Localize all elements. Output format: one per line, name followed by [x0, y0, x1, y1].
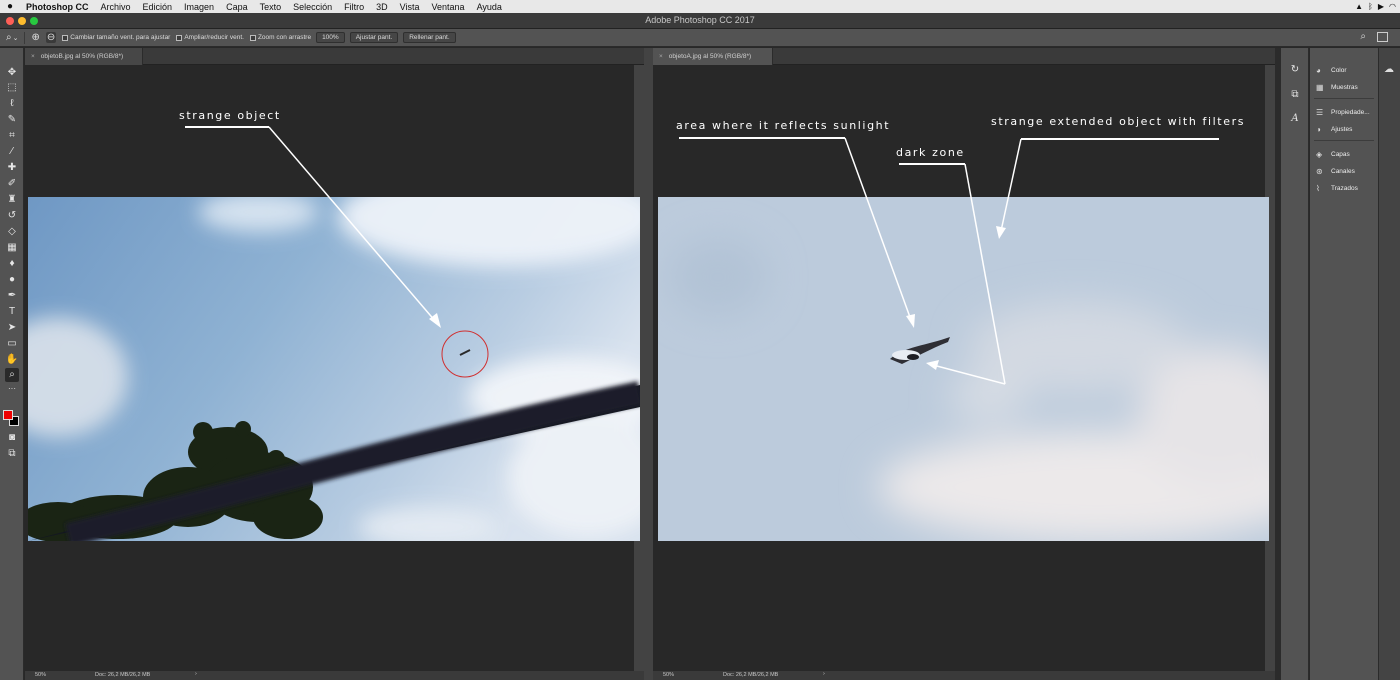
apple-icon[interactable]: ● — [0, 1, 20, 12]
panel-separator — [1314, 140, 1374, 141]
status-bar: 50% Doc: 26,2 MB/26,2 MB › — [25, 671, 644, 680]
menu-ventana[interactable]: Ventana — [426, 2, 471, 12]
properties-icon: ☰ — [1316, 107, 1324, 117]
airplay-icon[interactable]: ▲ — [1355, 2, 1363, 11]
status-bar: 50% Doc: 26,2 MB/26,2 MB › — [653, 671, 1275, 680]
panel-properties[interactable]: ☰ Propiedade... — [1316, 106, 1370, 118]
menu-seleccion[interactable]: Selección — [287, 2, 338, 12]
zoom-tool-preset-icon[interactable]: ⌕ — [6, 32, 12, 43]
glyphs-icon[interactable]: A — [1288, 113, 1302, 127]
menu-ayuda[interactable]: Ayuda — [471, 2, 508, 12]
panel-paths[interactable]: ⌇ Trazados — [1316, 182, 1358, 194]
photoshop-window: ● Photoshop CC Archivo Edición Imagen Ca… — [0, 0, 1400, 680]
paths-icon: ⌇ — [1316, 183, 1320, 193]
menu-capa[interactable]: Capa — [220, 2, 254, 12]
layers-icon: ◈ — [1316, 149, 1323, 159]
panel-separator — [1314, 98, 1374, 99]
zoom-level[interactable]: 50% — [35, 672, 46, 678]
lasso-tool-icon[interactable]: ℓ — [5, 97, 19, 111]
eraser-tool-icon[interactable]: ◇ — [5, 225, 19, 239]
pane-divider[interactable] — [644, 48, 653, 680]
zoom-in-icon[interactable]: ⊕ — [31, 32, 39, 43]
document-pane-left: × objetoB.jpg al 50% (RGB/8*) strange ob… — [25, 48, 644, 680]
panel-swatches[interactable]: ▦ Muestras — [1316, 81, 1358, 93]
menu-edicion[interactable]: Edición — [137, 2, 179, 12]
zoom-100-button[interactable]: 100% — [316, 32, 345, 43]
status-menu-arrow[interactable]: › — [823, 671, 825, 677]
libraries-strip: ☁ — [1378, 48, 1400, 680]
panel-channels[interactable]: ⊛ Canales — [1316, 165, 1355, 177]
play-icon[interactable]: ▶ — [1378, 2, 1384, 11]
healing-tool-icon[interactable]: ✚ — [5, 161, 19, 175]
menu-app[interactable]: Photoshop CC — [20, 2, 95, 12]
artboard-icon[interactable]: ⧉ — [1288, 89, 1302, 103]
type-tool-icon[interactable]: T — [5, 305, 19, 319]
hand-tool-icon[interactable]: ✋ — [5, 353, 19, 367]
brush-tool-icon[interactable]: ✐ — [5, 177, 19, 191]
resize-windows-checkbox[interactable] — [62, 34, 69, 41]
marquee-tool-icon[interactable]: ⬚ — [5, 81, 19, 95]
annotation-arrows-right — [679, 137, 1219, 385]
menu-3d[interactable]: 3D — [370, 2, 394, 12]
panel-color[interactable]: ◕ Color — [1316, 64, 1347, 76]
zoom-level[interactable]: 50% — [663, 672, 674, 678]
pen-tool-icon[interactable]: ✒ — [5, 289, 19, 303]
workspace-icon[interactable] — [1377, 32, 1388, 42]
window-title: Adobe Photoshop CC 2017 — [645, 15, 755, 25]
search-icon[interactable]: ⌕ — [1360, 31, 1366, 42]
stamp-tool-icon[interactable]: ♜ — [5, 193, 19, 207]
collapsed-panels-strip: ↻ ⧉ A — [1281, 48, 1309, 680]
quick-select-tool-icon[interactable]: ✎ — [5, 113, 19, 127]
gradient-tool-icon[interactable]: ▦ — [5, 241, 19, 255]
panel-dock: ◕ Color ▦ Muestras ☰ Propiedade... ◑ Ajustes… — [1310, 48, 1378, 680]
options-bar: ⌕ ⌄ ⊕ ⊖ Cambiar tamaño vent. para ajusta… — [0, 29, 1400, 47]
zoom-all-label: Ampliar/reducir vent. — [184, 34, 244, 41]
menu-vista[interactable]: Vista — [394, 2, 426, 12]
document-pane-right: × objetoA.jpg al 50% (RGB/8*) area where … — [653, 48, 1275, 680]
blur-tool-icon[interactable]: ♦ — [5, 257, 19, 271]
move-tool-icon[interactable]: ✥ — [5, 66, 19, 80]
crop-tool-icon[interactable]: ⌗ — [5, 129, 19, 143]
doc-size: Doc: 26,2 MB/26,2 MB — [95, 672, 151, 678]
menu-bar: ● Photoshop CC Archivo Edición Imagen Ca… — [0, 0, 1400, 13]
quick-mask-icon[interactable]: ◙ — [5, 431, 19, 445]
libraries-icon[interactable]: ☁ — [1384, 64, 1394, 75]
fit-screen-button[interactable]: Ajustar pant. — [349, 32, 399, 43]
foreground-color-swatch[interactable] — [3, 410, 13, 420]
screen-mode-icon[interactable]: ⧉ — [5, 447, 19, 461]
panel-adjustments[interactable]: ◑ Ajustes — [1316, 123, 1352, 135]
dodge-tool-icon[interactable]: ● — [5, 273, 19, 287]
rectangle-tool-icon[interactable]: ▭ — [5, 337, 19, 351]
fill-screen-button[interactable]: Rellenar pant. — [403, 32, 456, 43]
scrubby-zoom-checkbox[interactable] — [249, 34, 256, 41]
menu-imagen[interactable]: Imagen — [178, 2, 220, 12]
more-tools-icon[interactable]: ··· — [5, 382, 19, 396]
history-icon[interactable]: ↻ — [1288, 64, 1302, 78]
menu-status-area: ▲ ᛒ ▶ ◠ — [1355, 0, 1396, 13]
tool-preset-dropdown[interactable]: ⌄ — [13, 34, 19, 42]
annotation-arrows-left — [185, 126, 441, 328]
adjustments-icon: ◑ — [1316, 124, 1321, 134]
resize-windows-label: Cambiar tamaño vent. para ajustar — [70, 34, 171, 41]
zoom-all-checkbox[interactable] — [176, 34, 183, 41]
color-icon: ◕ — [1316, 65, 1321, 75]
eyedropper-tool-icon[interactable]: ⁄ — [5, 145, 19, 159]
menu-filtro[interactable]: Filtro — [338, 2, 370, 12]
path-select-tool-icon[interactable]: ➤ — [5, 321, 19, 335]
panel-layers[interactable]: ◈ Capas — [1316, 148, 1350, 160]
title-bar: Adobe Photoshop CC 2017 — [0, 13, 1400, 29]
bluetooth-icon[interactable]: ᛒ — [1368, 2, 1373, 11]
menu-archivo[interactable]: Archivo — [95, 2, 137, 12]
scrubby-zoom-label: Zoom con arrastre — [257, 34, 312, 41]
swatches-icon: ▦ — [1316, 82, 1324, 92]
wifi-icon[interactable]: ◠ — [1389, 2, 1396, 11]
menu-texto[interactable]: Texto — [254, 2, 288, 12]
zoom-out-icon[interactable]: ⊖ — [45, 32, 57, 43]
status-menu-arrow[interactable]: › — [195, 671, 197, 677]
zoom-tool-icon[interactable]: ⌕ — [5, 368, 19, 382]
doc-size: Doc: 26,2 MB/26,2 MB — [723, 672, 779, 678]
tools-panel: ✥ ⬚ ℓ ✎ ⌗ ⁄ ✚ ✐ ♜ ↺ ◇ ▦ ♦ ● ✒ T ➤ ▭ ✋ ⌕ … — [0, 48, 24, 680]
channels-icon: ⊛ — [1316, 166, 1323, 176]
history-brush-tool-icon[interactable]: ↺ — [5, 209, 19, 223]
